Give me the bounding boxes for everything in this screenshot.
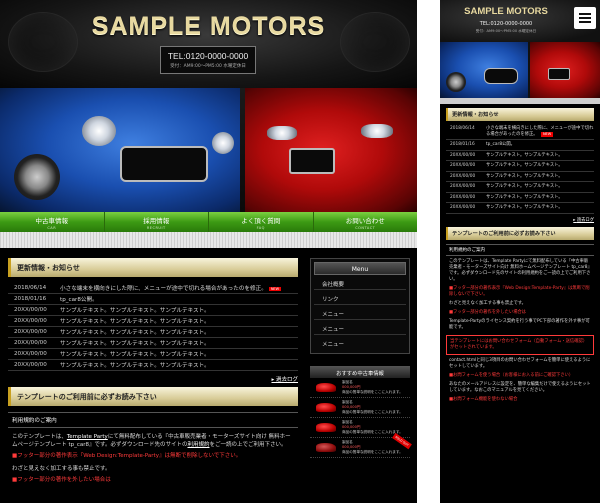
template-heading: テンプレートのご利用前に必ずお読み下さい [8, 387, 298, 406]
list-item: 2018/06/14 小さな端末を横向きにした際に、メニューが途中で切れる場合があ… [446, 124, 594, 140]
mobile-hero-image [440, 42, 600, 98]
menu-title: Menu [314, 262, 406, 275]
mobile-form-use-notice: ■お問フォームを使う場合（お客様にお入る前にご確認下さい） [449, 372, 574, 378]
recommended-item[interactable]: 製品名 000,000円 商品の簡単な説明をここに入れます。 [310, 378, 410, 398]
nav-item-faq[interactable]: よく頂く質問 FAQ [209, 212, 314, 232]
mobile-no-hide-notice: わざと見えなく加工する事も禁止です。 [449, 300, 526, 306]
list-item: 20XX/00/00 サンプルテキスト。サンプルテキスト。 [446, 172, 594, 182]
list-item: 20XX/00/00 サンプルテキスト。サンプルテキスト。サンプルテキスト。 [8, 349, 298, 360]
blue-car-image [440, 42, 528, 98]
list-item: 20XX/00/00 サンプルテキスト。サンプルテキスト。サンプルテキスト。 [8, 338, 298, 349]
list-item: 2018/01/16 tp_car8公開。 [8, 294, 298, 305]
car-thumbnail [316, 403, 336, 412]
mobile-logo[interactable]: SAMPLE MOTORS [446, 6, 566, 17]
hamburger-menu-icon[interactable] [574, 7, 596, 29]
mobile-license-paragraph: Template-Partyのライセンス契約を行う事でPC下部の著作を外す事が可… [449, 318, 590, 330]
remove-copyright-notice: ■フッター部分の著作を外したい場合は [12, 477, 111, 483]
news-heading: 更新情報・お知らせ [8, 258, 298, 277]
hero-image [0, 88, 417, 212]
mobile-header: SAMPLE MOTORS TEL:0120-0000-0000 受付：AM9:… [440, 0, 600, 42]
sidebar-item-menu[interactable]: メニュー [314, 305, 406, 320]
mobile-content: 更新情報・お知らせ 2018/06/14 小さな端末を横向きにした際に、メニューが… [446, 108, 594, 403]
sidebar-item-menu[interactable]: メニュー [314, 320, 406, 335]
blue-car-image [0, 88, 240, 212]
new-badge: NEW [540, 131, 554, 137]
car-thumbnail [316, 443, 336, 452]
list-item: 20XX/00/00 サンプルテキスト。サンプルテキスト。 [446, 193, 594, 203]
mobile-hours: 受付：AM9:00〜PM5:00 水曜定休日 [475, 29, 537, 33]
copyright-notice: ■フッター部分の著作表示『Web Design:Template-Party』は… [12, 453, 242, 459]
list-item: 20XX/00/00 サンプルテキスト。サンプルテキスト。 [446, 182, 594, 193]
mobile-news-list: 2018/06/14 小さな端末を横向きにした際に、メニューが途中で切れる場合があ… [446, 124, 594, 214]
list-item: 20XX/00/00 サンプルテキスト。サンプルテキスト。 [446, 151, 594, 161]
main-nav: 中古車情報 CAR 採用情報 RECRUIT よく頂く質問 FAQ お問い合わせ CON… [0, 212, 417, 232]
red-car-image [530, 42, 600, 98]
mobile-news-heading: 更新情報・お知らせ [446, 108, 594, 121]
list-item: 20XX/00/00 サンプルテキスト。サンプルテキスト。サンプルテキスト。 [8, 305, 298, 316]
no-hide-notice: わざと見えなく加工する事も禁止です。 [12, 466, 111, 472]
list-item: 20XX/00/00 サンプルテキスト。サンプルテキスト。サンプルテキスト。 [8, 360, 298, 371]
list-item: 2018/06/14 小さな端末を横向きにした際に、メニューが途中で切れる場合があ… [8, 283, 298, 294]
main-content: 更新情報・お知らせ 2018/06/14 小さな端末を横向きにした際に、メニューが… [8, 258, 298, 484]
new-badge: NEW [268, 287, 282, 291]
car-thumbnail [316, 383, 336, 392]
mobile-form-unused-notice: ■お問フォーム機能を使わない場合 [449, 396, 518, 402]
business-hours: 受付：AM9:00〜PM5:00 水曜定休日 [170, 64, 246, 69]
list-item: 20XX/00/00 サンプルテキスト。サンプルテキスト。 [446, 203, 594, 214]
mobile-terms-paragraph: このテンプレートは、Template Partyにて無料配布している『中古車販売… [449, 258, 591, 282]
mobile-contact-paragraph: contact.htmlと同じ3項目のお問い合わせフォームを簡単に使えるようにセ… [449, 357, 591, 369]
sidebar: Menu 会社概要 リンク メニュー メニュー メニュー おすすめ中古車情報 製… [310, 258, 412, 458]
archive-link[interactable]: ▸ 過去ログ [8, 375, 298, 383]
divider-strip [0, 232, 417, 248]
side-menu: Menu 会社概要 リンク メニュー メニュー メニュー [310, 258, 410, 354]
car-thumbnail [316, 423, 336, 432]
list-item: 2018/01/16 tp_car8公開。 [446, 140, 594, 151]
nav-item-cars[interactable]: 中古車情報 CAR [0, 212, 105, 232]
mobile-terms-subheading: 利用規約のご案内 [446, 243, 594, 256]
mobile-divider [440, 98, 600, 104]
mobile-template-heading: テンプレートのご利用前に必ずお読み下さい [446, 226, 594, 240]
mobile-tel[interactable]: TEL:0120-0000-0000 [446, 21, 566, 27]
sidebar-item-links[interactable]: リンク [314, 290, 406, 305]
sidebar-item-menu[interactable]: メニュー [314, 335, 406, 350]
list-item: 20XX/00/00 サンプルテキスト。サンプルテキスト。 [446, 161, 594, 172]
mobile-form-paragraph: あなたのメールアドレスに設定を、簡単な編集だけで使えるようにセットしています。な… [449, 381, 591, 393]
red-car-image [245, 88, 417, 212]
recommended-item[interactable]: 製品名 000,000円 商品の簡単な説明をここに入れます。 SOLD OUT [310, 432, 412, 458]
site-header: SAMPLE MOTORS TEL:0120-0000-0000 受付：AM9:… [0, 0, 417, 88]
mobile-copyright-notice: ■フッター部分の著作表示『Web Design:Template-Party』は… [449, 285, 590, 297]
recommended-item[interactable]: 製品名 000,000円 商品の簡単な説明をここに入れます。 [310, 398, 410, 418]
tel-number[interactable]: TEL:0120-0000-0000 [161, 51, 255, 61]
terms-link[interactable]: 利用規約 [187, 442, 209, 448]
nav-item-contact[interactable]: お問い合わせ CONTACT [314, 212, 418, 232]
nav-item-recruit[interactable]: 採用情報 RECRUIT [105, 212, 209, 232]
site-logo[interactable]: SAMPLE MOTORS [0, 12, 417, 41]
recommended-heading: おすすめ中古車情報 [310, 366, 410, 378]
mobile-form-notice-box: 当テンプレートにはお問い合わせフォーム（自動フォーム・送信確認）がセットされてい… [446, 334, 594, 355]
desktop-preview: SAMPLE MOTORS TEL:0120-0000-0000 受付：AM9:… [0, 0, 417, 503]
list-item: 20XX/00/00 サンプルテキスト。サンプルテキスト。サンプルテキスト。 [8, 327, 298, 338]
list-item: 20XX/00/00 サンプルテキスト。サンプルテキスト。サンプルテキスト。 [8, 316, 298, 327]
mobile-preview: SAMPLE MOTORS TEL:0120-0000-0000 受付：AM9:… [440, 0, 600, 503]
template-party-link[interactable]: Template Party [67, 434, 108, 440]
sidebar-item-company[interactable]: 会社概要 [314, 275, 406, 290]
news-list: 2018/06/14 小さな端末を横向きにした際に、メニューが途中で切れる場合があ… [8, 283, 298, 371]
mobile-remove-copyright-notice: ■フッター部分の著作を外したい場合は [449, 309, 527, 315]
mobile-archive-link[interactable]: ▸ 過去ログ [446, 217, 594, 223]
terms-paragraph: このテンプレートは、Template Partyにて無料配布している『中古車販売… [12, 434, 291, 448]
terms-subheading: 利用規約のご案内 [8, 412, 298, 428]
tel-box: TEL:0120-0000-0000 受付：AM9:00〜PM5:00 水曜定休… [160, 46, 256, 74]
